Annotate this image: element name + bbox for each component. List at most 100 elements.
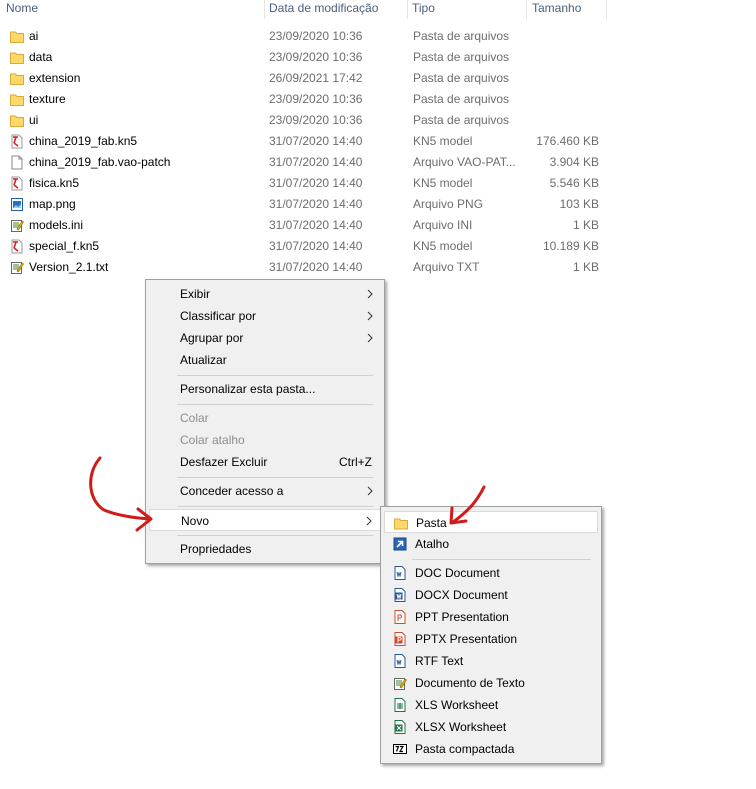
file-row[interactable]: china_2019_fab.kn5 31/07/2020 14:40 KN5 … [0,131,610,152]
menu-item-properties[interactable]: Propriedades [149,538,381,560]
submenu-item-new-rtf[interactable]: RTF Text [384,650,598,672]
file-size: 10.189 KB [542,239,599,253]
kn5-file-icon [11,239,23,254]
column-header-size[interactable]: Tamanho [530,0,606,19]
file-date: 31/07/2020 14:40 [269,197,363,211]
text-file-icon [11,262,24,274]
file-type: KN5 model [413,176,473,190]
column-divider[interactable] [264,0,265,19]
menu-item-view[interactable]: Exibir [149,283,381,305]
menu-item-refresh[interactable]: Atualizar [149,349,381,371]
file-date: 31/07/2020 14:40 [269,155,363,169]
column-divider[interactable] [526,0,527,19]
submenu-item-label: Atalho [415,537,450,551]
menu-item-undo-delete[interactable]: Desfazer Excluir Ctrl+Z [149,451,381,473]
menu-item-label: Agrupar por [180,331,244,345]
menu-item-new[interactable]: Novo [149,509,381,531]
submenu-item-new-xlsx[interactable]: XLSX Worksheet [384,716,598,738]
submenu-item-new-ppt[interactable]: PPT Presentation [384,606,598,628]
file-date: 31/07/2020 14:40 [269,176,363,190]
folder-icon [394,518,408,530]
submenu-item-new-pptx[interactable]: PPTX Presentation [384,628,598,650]
image-file-icon [11,198,23,211]
ini-file-icon [11,220,24,232]
submenu-item-label: DOCX Document [415,588,508,602]
file-row[interactable]: special_f.kn5 31/07/2020 14:40 KN5 model… [0,236,610,257]
submenu-item-new-compressed-folder[interactable]: Pasta compactada [384,738,598,760]
chevron-right-icon [366,516,372,526]
file-type: Pasta de arquivos [413,113,510,127]
menu-separator [177,506,373,507]
file-row[interactable]: ui 23/09/2020 10:36 Pasta de arquivos [0,110,610,131]
file-row[interactable]: map.png 31/07/2020 14:40 Arquivo PNG 103… [0,194,610,215]
file-row[interactable]: texture 23/09/2020 10:36 Pasta de arquiv… [0,89,610,110]
file-size: 1 KB [572,218,599,232]
file-date: 23/09/2020 10:36 [269,92,363,106]
file-row[interactable]: china_2019_fab.vao-patch 31/07/2020 14:4… [0,152,610,173]
menu-item-sort-by[interactable]: Classificar por [149,305,381,327]
file-name: map.png [29,197,76,211]
file-name: texture [29,92,66,106]
file-name: Version_2.1.txt [29,260,109,274]
file-row[interactable]: extension 26/09/2021 17:42 Pasta de arqu… [0,68,610,89]
file-size: 103 KB [559,197,599,211]
word-doc-icon [394,566,406,580]
menu-separator [177,404,373,405]
file-type: Arquivo VAO-PAT... [413,155,516,169]
file-type: Pasta de arquivos [413,71,510,85]
file-row[interactable]: models.ini 31/07/2020 14:40 Arquivo INI … [0,215,610,236]
submenu-item-new-xls[interactable]: XLS Worksheet [384,694,598,716]
excel-xls-icon [394,698,406,712]
file-type: Pasta de arquivos [413,29,510,43]
file-size: 3.904 KB [549,155,599,169]
submenu-item-new-shortcut[interactable]: Atalho [384,533,598,555]
column-header-name[interactable]: Nome [4,0,262,19]
menu-item-paste[interactable]: Colar [149,407,381,429]
submenu-item-new-text-document[interactable]: Documento de Texto [384,672,598,694]
menu-item-label: Desfazer Excluir [180,455,268,469]
file-type: Arquivo INI [413,218,473,232]
menu-item-label: Classificar por [180,309,257,323]
menu-item-label: Exibir [180,287,211,301]
folder-icon [10,115,24,127]
menu-item-customize-folder[interactable]: Personalizar esta pasta... [149,378,381,400]
file-row[interactable]: data 23/09/2020 10:36 Pasta de arquivos [0,47,610,68]
excel-xlsx-icon [394,720,406,734]
file-size [525,110,599,131]
folder-icon [10,94,24,106]
file-name: ui [29,113,39,127]
column-header-type[interactable]: Tipo [410,0,524,19]
submenu-item-label: DOC Document [415,566,500,580]
file-name: extension [29,71,81,85]
menu-item-paste-shortcut[interactable]: Colar atalho [149,429,381,451]
file-row[interactable]: Version_2.1.txt 31/07/2020 14:40 Arquivo… [0,257,610,278]
7zip-archive-icon [393,744,407,754]
chevron-right-icon [367,486,373,496]
submenu-item-new-folder[interactable]: Pasta [384,511,598,533]
file-type: KN5 model [413,239,473,253]
submenu-item-label: XLSX Worksheet [415,720,507,734]
menu-item-group-by[interactable]: Agrupar por [149,327,381,349]
column-header-date[interactable]: Data de modificação [267,0,405,19]
file-type: Pasta de arquivos [413,92,510,106]
powerpoint-ppt-icon [394,610,406,624]
rtf-document-icon [394,654,406,668]
file-row[interactable]: ai 23/09/2020 10:36 Pasta de arquivos [0,26,610,47]
menu-item-label: Propriedades [180,542,252,556]
file-row[interactable]: fisica.kn5 31/07/2020 14:40 KN5 model 5.… [0,173,610,194]
file-size: 5.546 KB [549,176,599,190]
chevron-right-icon [367,311,373,321]
file-date: 31/07/2020 14:40 [269,218,363,232]
file-size: 176.460 KB [536,134,599,148]
column-divider[interactable] [407,0,408,19]
menu-item-give-access[interactable]: Conceder acesso a [149,480,381,502]
column-divider[interactable] [606,0,607,19]
submenu-item-new-doc[interactable]: DOC Document [384,562,598,584]
folder-icon [10,73,24,85]
submenu-item-label: RTF Text [415,654,464,668]
file-date: 23/09/2020 10:36 [269,29,363,43]
chevron-right-icon [367,289,373,299]
file-size [525,26,599,47]
file-name: china_2019_fab.vao-patch [29,155,171,169]
submenu-item-new-docx[interactable]: DOCX Document [384,584,598,606]
